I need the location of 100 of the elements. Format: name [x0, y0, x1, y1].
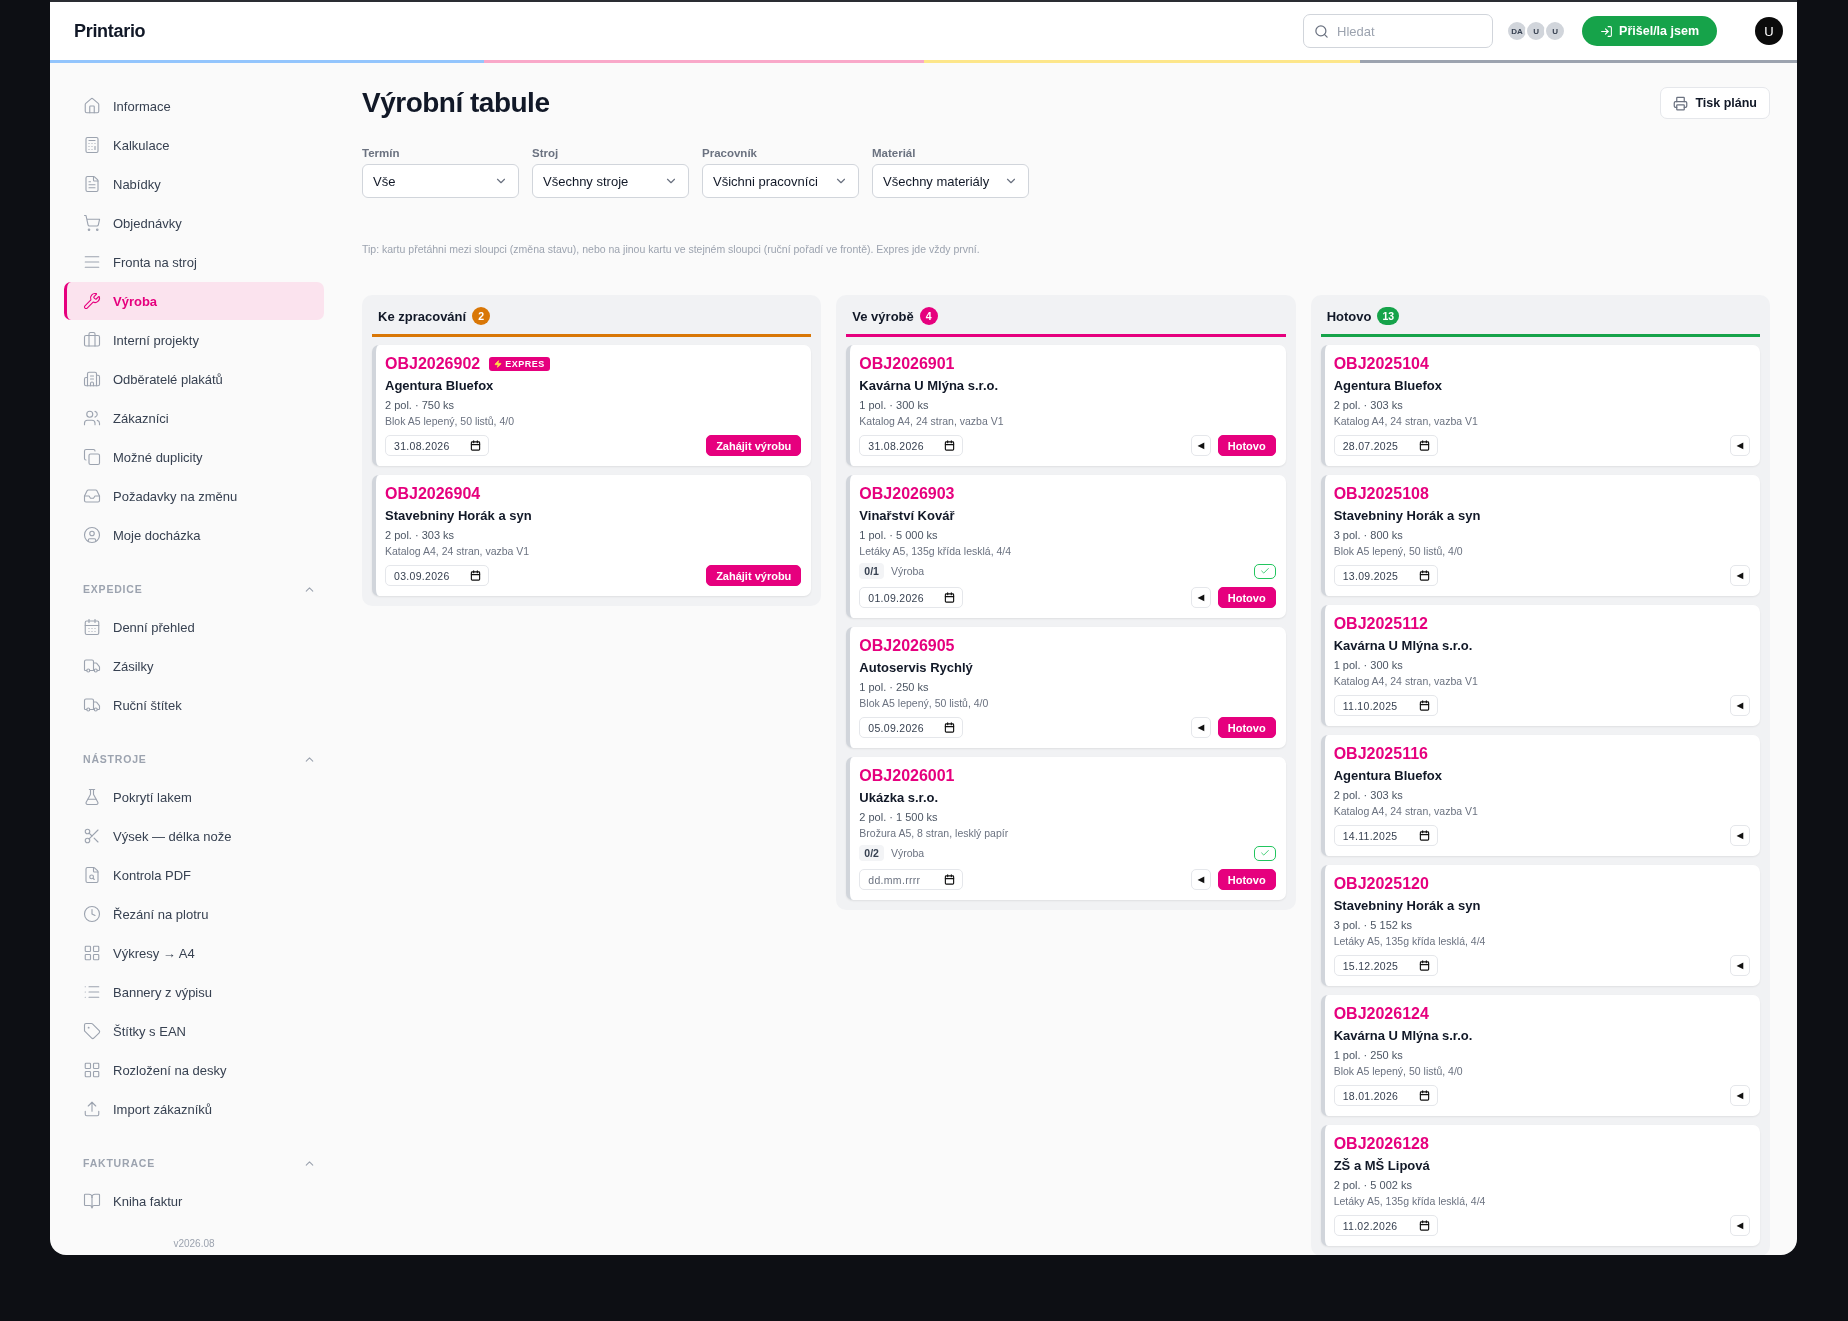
action-button[interactable]: Hotovo — [1217, 435, 1276, 456]
date-field[interactable]: 03.09.2026 — [385, 565, 489, 586]
action-button[interactable]: Hotovo — [1217, 587, 1276, 608]
filter-select[interactable]: Vše — [362, 164, 519, 198]
sidebar-item[interactable]: Kniha faktur — [64, 1182, 324, 1220]
date-field[interactable]: 01.09.2026 — [859, 587, 964, 608]
back-button[interactable]: ◀ — [1730, 825, 1750, 846]
calendar-icon[interactable] — [470, 440, 481, 451]
action-button[interactable]: Zahájit výrobu — [706, 565, 802, 586]
back-button[interactable]: ◀ — [1190, 717, 1211, 738]
action-button[interactable]: Zahájit výrobu — [706, 435, 802, 456]
sidebar-item[interactable]: Interní projekty — [64, 321, 324, 359]
sidebar-item[interactable]: Výsek — délka nože — [64, 817, 324, 855]
order-card[interactable]: OBJ2026904 Stavebniny Horák a syn 2 pol. · 303 ks Katalog A4, 24 stran, vazba V1 03.09.2026 Zahájit výrobu — [372, 475, 812, 596]
sidebar-item[interactable]: Fronta na stroj — [64, 243, 324, 281]
calendar-icon[interactable] — [470, 570, 481, 581]
calendar-icon[interactable] — [1418, 700, 1430, 711]
filter-select[interactable]: Všechny stroje — [532, 164, 689, 198]
order-card[interactable]: OBJ2025112 Kavárna U Mlýna s.r.o. 1 pol. · 300 ks Katalog A4, 24 stran, vazba V1 11.10.2025 ◀ — [1320, 605, 1760, 726]
calendar-icon[interactable] — [1418, 570, 1430, 581]
product-text: Katalog A4, 24 stran, vazba V1 — [385, 545, 531, 557]
date-field[interactable]: 31.08.2026 — [859, 435, 964, 456]
order-card[interactable]: OBJ2025108 Stavebniny Horák a syn 3 pol. · 800 ks Blok A5 lepený, 50 listů, 4/0 13.09.2025 ◀ — [1320, 475, 1760, 596]
sidebar-item[interactable]: Zásilky — [64, 647, 324, 685]
sidebar-item[interactable]: Objednávky — [64, 204, 324, 242]
filter-label: Pracovník — [702, 147, 758, 159]
lines-icon — [83, 253, 101, 271]
back-button[interactable]: ◀ — [1190, 435, 1211, 456]
order-card[interactable]: OBJ2026124 Kavárna U Mlýna s.r.o. 1 pol. · 250 ks Blok A5 lepený, 50 listů, 4/0 18.01.2026 ◀ — [1320, 995, 1760, 1116]
back-button[interactable]: ◀ — [1730, 1215, 1750, 1236]
app-logo[interactable]: Printario — [74, 20, 1294, 42]
action-button[interactable]: Hotovo — [1217, 717, 1276, 738]
action-button[interactable]: Hotovo — [1217, 869, 1276, 890]
customer-name: Kavárna U Mlýna s.r.o. — [1333, 1028, 1474, 1043]
sidebar-item[interactable]: Bannery z výpisu — [64, 973, 324, 1011]
sidebar-item[interactable]: Požadavky na změnu — [64, 477, 324, 515]
date-field[interactable]: 11.10.2025 — [1333, 695, 1438, 716]
customer-name: Autoservis Rychlý — [859, 660, 974, 675]
date-field[interactable]: 13.09.2025 — [1333, 565, 1438, 586]
sidebar-item[interactable]: Import zákazníků — [64, 1090, 324, 1128]
sidebar-item[interactable]: Štítky s EAN — [64, 1012, 324, 1050]
order-card[interactable]: OBJ2025104 Agentura Bluefox 2 pol. · 303 ks Katalog A4, 24 stran, vazba V1 28.07.2025 ◀ — [1320, 345, 1760, 466]
calendar-icon[interactable] — [944, 722, 956, 733]
order-card[interactable]: OBJ2025120 Stavebniny Horák a syn 3 pol. · 5 152 ks Letáky A5, 135g křída lesklá, 4/4 15.12.2025 ◀ — [1320, 865, 1760, 986]
sidebar-item[interactable]: Ruční štítek — [64, 686, 324, 724]
sidebar-item[interactable]: Zákazníci — [64, 399, 324, 437]
back-button[interactable]: ◀ — [1190, 869, 1211, 890]
sidebar-item[interactable]: Moje docházka — [64, 516, 324, 554]
filter-select[interactable]: Všechny materiály — [872, 164, 1029, 198]
order-card[interactable]: OBJ2026902 EXPRES Agentura Bluefox 2 pol. · 750 ks Blok A5 lepený, 50 listů, 4/0 31.08.2026 Zahájit výrobu — [372, 345, 812, 466]
check-button[interactable] — [1253, 845, 1276, 861]
date-field[interactable]: dd.mm.rrrr — [859, 869, 964, 890]
calendar-icon[interactable] — [944, 874, 956, 885]
sidebar-item[interactable]: Nabídky — [64, 165, 324, 203]
calendar-icon[interactable] — [1418, 1090, 1430, 1101]
order-card[interactable]: OBJ2026001 Ukázka s.r.o. 2 pol. · 1 500 ks Brožura A5, 8 stran, lesklý papír 0/2 Výroba dd.mm.rrrr ◀ Hotovo — [846, 757, 1286, 900]
back-button[interactable]: ◀ — [1730, 565, 1750, 586]
filter-select[interactable]: Všichni pracovníci — [702, 164, 859, 198]
calendar-icon[interactable] — [1418, 960, 1430, 971]
print-button[interactable]: Tisk plánu — [1660, 87, 1770, 119]
date-field[interactable]: 15.12.2025 — [1333, 955, 1438, 976]
sidebar-item[interactable]: Kalkulace — [64, 126, 324, 164]
sidebar-item[interactable]: Odběratelé plakátů — [64, 360, 324, 398]
sidebar-item[interactable]: Rozložení na desky — [64, 1051, 324, 1089]
date-field[interactable]: 18.01.2026 — [1333, 1085, 1438, 1106]
back-button[interactable]: ◀ — [1730, 955, 1750, 976]
sidebar-item[interactable]: Řezání na plotru — [64, 895, 324, 933]
order-card[interactable]: OBJ2026905 Autoservis Rychlý 1 pol. · 250 ks Blok A5 lepený, 50 listů, 4/0 05.09.2026 ◀ Hotovo — [846, 627, 1286, 748]
sidebar-item[interactable]: Možné duplicity — [64, 438, 324, 476]
search-field[interactable]: Hledat — [1303, 14, 1494, 48]
back-button[interactable]: ◀ — [1730, 695, 1750, 716]
sidebar-item[interactable]: Denní přehled — [64, 608, 324, 646]
sidebar-item[interactable]: Kontrola PDF — [64, 856, 324, 894]
calendar-icon[interactable] — [1418, 440, 1430, 451]
version-label: v2026.08 — [172, 1237, 216, 1251]
order-card[interactable]: OBJ2026901 Kavárna U Mlýna s.r.o. 1 pol. · 300 ks Katalog A4, 24 stran, vazba V1 31.08.2026 ◀ Hotovo — [846, 345, 1286, 466]
order-number: OBJ2026905 — [859, 637, 955, 655]
order-card[interactable]: OBJ2026903 Vinařství Kovář 1 pol. · 5 000 ks Letáky A5, 135g křída lesklá, 4/4 0/1 Výroba 01.09.2026 ◀ Hotovo — [846, 475, 1286, 618]
date-field[interactable]: 11.02.2026 — [1333, 1215, 1438, 1236]
date-field[interactable]: 14.11.2025 — [1333, 825, 1438, 846]
user-circle-icon — [83, 526, 101, 544]
back-button[interactable]: ◀ — [1190, 587, 1211, 608]
sidebar-item[interactable]: Informace — [64, 87, 324, 125]
sidebar-item[interactable]: Výkresy → A4 — [64, 934, 324, 972]
back-button[interactable]: ◀ — [1730, 435, 1750, 456]
calendar-icon[interactable] — [1418, 1220, 1430, 1231]
calendar-icon[interactable] — [1418, 830, 1430, 841]
sidebar-item[interactable]: Pokrytí lakem — [64, 778, 324, 816]
calendar-icon[interactable] — [944, 440, 956, 451]
back-button[interactable]: ◀ — [1730, 1085, 1750, 1106]
check-button[interactable] — [1253, 563, 1276, 579]
user-avatar[interactable]: U — [1755, 17, 1783, 45]
calendar-icon[interactable] — [944, 592, 956, 603]
order-number: OBJ2025116 — [1333, 745, 1428, 763]
order-card[interactable]: OBJ2026128 ZŠ a MŠ Lipová 2 pol. · 5 002 ks Letáky A5, 135g křída lesklá, 4/4 11.02.2026 ◀ — [1320, 1125, 1760, 1246]
sidebar-item[interactable]: Výroba — [64, 282, 324, 320]
date-field[interactable]: 31.08.2026 — [385, 435, 489, 456]
date-field[interactable]: 05.09.2026 — [859, 717, 964, 738]
date-field[interactable]: 28.07.2025 — [1333, 435, 1438, 456]
order-card[interactable]: OBJ2025116 Agentura Bluefox 2 pol. · 303 ks Katalog A4, 24 stran, vazba V1 14.11.2025 ◀ — [1320, 735, 1760, 856]
